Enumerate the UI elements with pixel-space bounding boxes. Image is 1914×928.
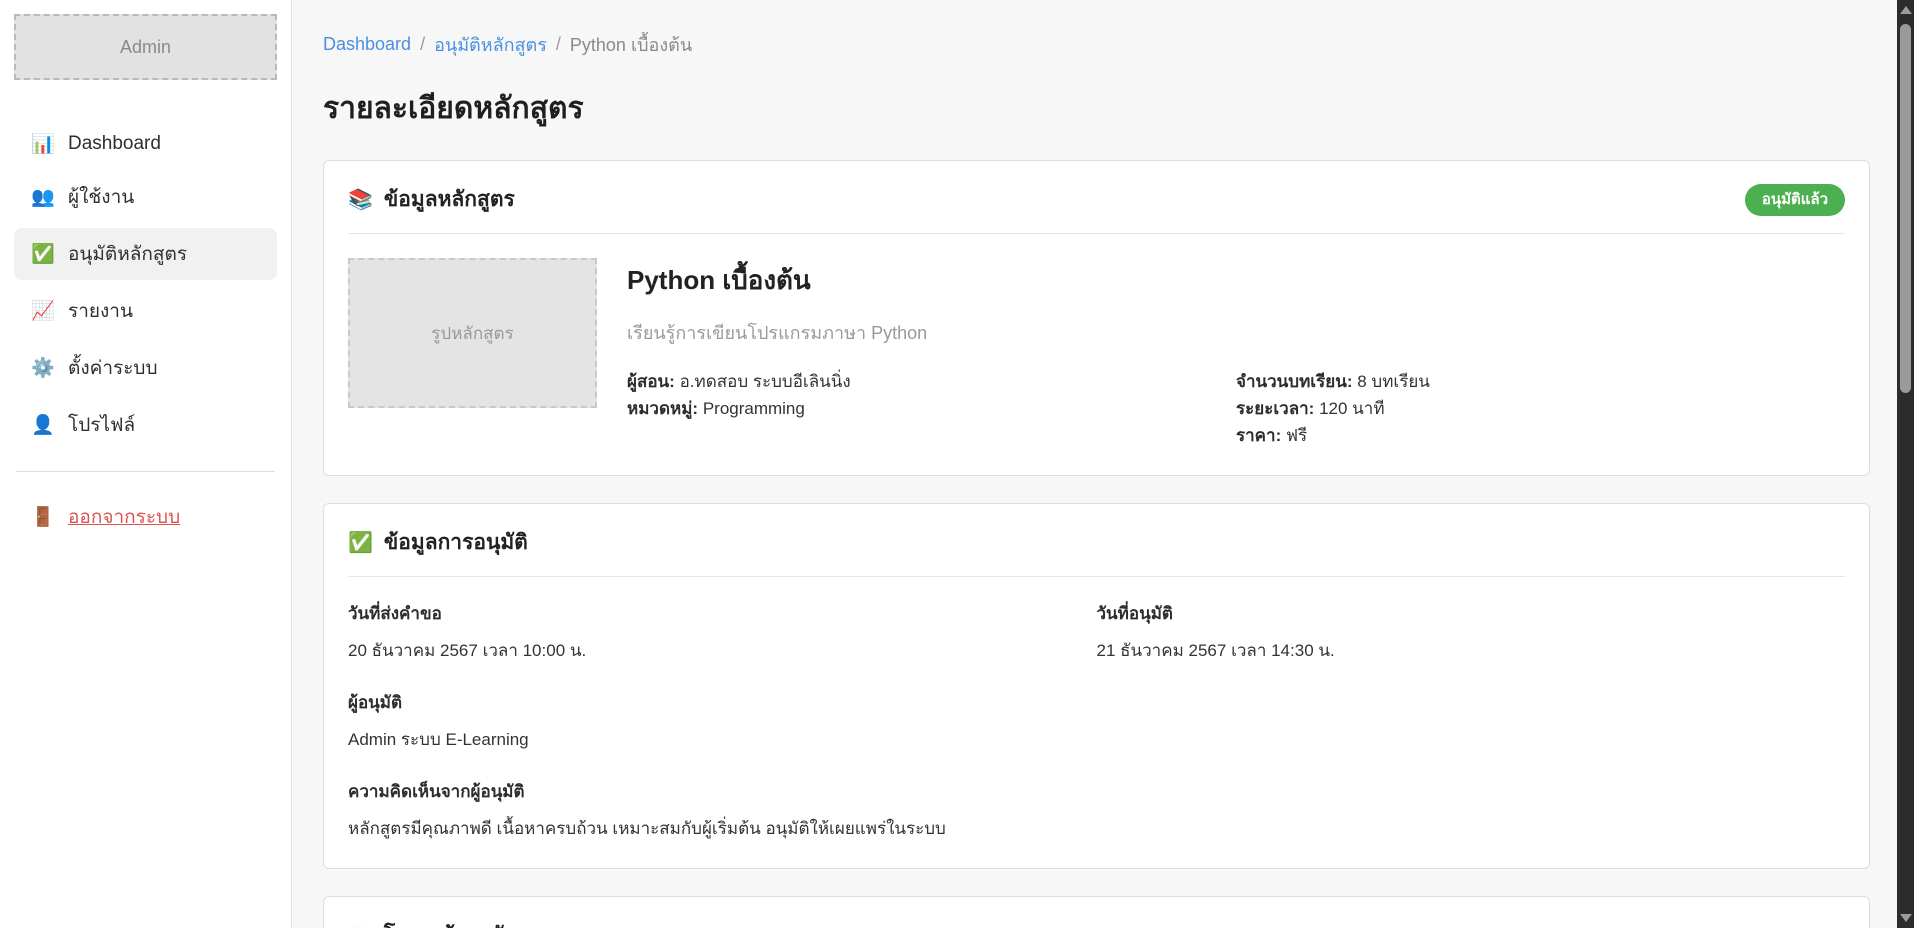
course-structure-card: 📖 โครงสร้างหลักสูตร: [323, 896, 1870, 928]
sidebar: Admin 📊 Dashboard 👥 ผู้ใช้งาน ✅ อนุมัติห…: [0, 0, 292, 928]
request-date-label: วันที่ส่งคำขอ: [348, 600, 1097, 627]
breadcrumb-dashboard-link[interactable]: Dashboard: [323, 34, 411, 55]
instructor-label: ผู้สอน:: [627, 372, 675, 391]
gear-icon: ⚙️: [31, 359, 55, 378]
admin-brand-box: Admin: [14, 14, 277, 80]
scrollbar-thumb[interactable]: [1900, 24, 1911, 393]
lesson-count-label: จำนวนบทเรียน:: [1236, 372, 1352, 391]
sidebar-item-course-approval[interactable]: ✅ อนุมัติหลักสูตร: [14, 228, 277, 280]
approval-dates-row: วันที่ส่งคำขอ 20 ธันวาคม 2567 เวลา 10:00…: [348, 600, 1845, 664]
course-description: เรียนรู้การเขียนโปรแกรมภาษา Python: [627, 318, 1845, 347]
course-info-card: 📚 ข้อมูลหลักสูตร อนุมัติแล้ว รูปหลักสูตร…: [323, 160, 1870, 476]
app-root: Admin 📊 Dashboard 👥 ผู้ใช้งาน ✅ อนุมัติห…: [0, 0, 1914, 928]
price-label: ราคา:: [1236, 426, 1281, 445]
course-detail-row: รูปหลักสูตร Python เบื้องต้น เรียนรู้การ…: [348, 258, 1845, 449]
approver-comment-label: ความคิดเห็นจากผู้อนุมัติ: [348, 778, 1845, 805]
approver-group: ผู้อนุมัติ Admin ระบบ E-Learning: [348, 689, 1845, 753]
sidebar-item-label: Dashboard: [68, 133, 161, 155]
category-label: หมวดหมู่:: [627, 399, 698, 418]
check-icon: ✅: [348, 530, 373, 555]
status-badge: อนุมัติแล้ว: [1745, 184, 1845, 216]
person-icon: 👤: [31, 416, 55, 435]
course-card-title: 📚 ข้อมูลหลักสูตร: [348, 183, 515, 216]
sidebar-item-label: อนุมัติหลักสูตร: [68, 239, 187, 269]
approved-date-label: วันที่อนุมัติ: [1097, 600, 1846, 627]
sidebar-item-dashboard[interactable]: 📊 Dashboard: [14, 122, 277, 166]
approval-card-title-text: ข้อมูลการอนุมัติ: [384, 526, 528, 559]
breadcrumb-separator: /: [420, 34, 425, 55]
breadcrumb-current-page: Python เบื้องต้น: [570, 30, 692, 59]
course-card-title-text: ข้อมูลหลักสูตร: [384, 183, 515, 216]
sidebar-item-reports[interactable]: 📈 รายงาน: [14, 285, 277, 337]
check-icon: ✅: [31, 245, 55, 264]
course-info: Python เบื้องต้น เรียนรู้การเขียนโปรแกรม…: [627, 258, 1845, 449]
approver-label: ผู้อนุมัติ: [348, 689, 1845, 716]
card-divider: [348, 576, 1845, 577]
course-fields-left: ผู้สอน: อ.ทดสอบ ระบบอีเลินนิ่ง หมวดหมู่:…: [627, 368, 1236, 449]
sidebar-item-profile[interactable]: 👤 โปรไฟล์: [14, 399, 277, 451]
lesson-count-field: จำนวนบทเรียน: 8 บทเรียน: [1236, 368, 1845, 395]
logout-label: ออกจากระบบ: [68, 502, 180, 532]
approved-date-value: 21 ธันวาคม 2567 เวลา 14:30 น.: [1097, 637, 1846, 664]
users-icon: 👥: [31, 188, 55, 207]
lesson-count-value: 8 บทเรียน: [1357, 372, 1430, 391]
approved-date-group: วันที่อนุมัติ 21 ธันวาคม 2567 เวลา 14:30…: [1097, 600, 1846, 664]
structure-card-title-text: โครงสร้างหลักสูตร: [384, 919, 554, 928]
door-icon: 🚪: [31, 508, 55, 527]
sidebar-divider: [16, 471, 275, 472]
request-date-group: วันที่ส่งคำขอ 20 ธันวาคม 2567 เวลา 10:00…: [348, 600, 1097, 664]
sidebar-item-users[interactable]: 👥 ผู้ใช้งาน: [14, 171, 277, 223]
sidebar-item-label: ผู้ใช้งาน: [68, 182, 134, 212]
structure-card-header: 📖 โครงสร้างหลักสูตร: [348, 919, 1845, 928]
main-content: Dashboard / อนุมัติหลักสูตร / Python เบื…: [292, 0, 1914, 928]
approval-card-header: ✅ ข้อมูลการอนุมัติ: [348, 526, 1845, 559]
scroll-up-arrow-icon[interactable]: [1900, 6, 1912, 14]
open-book-icon: 📖: [348, 923, 373, 928]
breadcrumb: Dashboard / อนุมัติหลักสูตร / Python เบื…: [323, 30, 1870, 59]
breadcrumb-separator: /: [556, 34, 561, 55]
approval-info-card: ✅ ข้อมูลการอนุมัติ วันที่ส่งคำขอ 20 ธันว…: [323, 503, 1870, 869]
logout-link[interactable]: 🚪 ออกจากระบบ: [14, 496, 277, 538]
course-fields: ผู้สอน: อ.ทดสอบ ระบบอีเลินนิ่ง หมวดหมู่:…: [627, 368, 1845, 449]
sidebar-item-label: รายงาน: [68, 296, 133, 326]
request-date-value: 20 ธันวาคม 2567 เวลา 10:00 น.: [348, 637, 1097, 664]
page-title: รายละเอียดหลักสูตร: [323, 85, 1870, 132]
approver-comment-group: ความคิดเห็นจากผู้อนุมัติ หลักสูตรมีคุณภา…: [348, 778, 1845, 842]
approver-comment-value: หลักสูตรมีคุณภาพดี เนื้อหาครบถ้วน เหมาะส…: [348, 815, 1845, 842]
sidebar-item-label: โปรไฟล์: [68, 410, 135, 440]
price-value: ฟรี: [1286, 426, 1307, 445]
vertical-scrollbar[interactable]: [1897, 0, 1914, 928]
course-fields-right: จำนวนบทเรียน: 8 บทเรียน ระยะเวลา: 120 นา…: [1236, 368, 1845, 449]
course-card-header: 📚 ข้อมูลหลักสูตร อนุมัติแล้ว: [348, 183, 1845, 216]
approver-value: Admin ระบบ E-Learning: [348, 726, 1845, 753]
card-divider: [348, 233, 1845, 234]
price-field: ราคา: ฟรี: [1236, 422, 1845, 449]
trend-chart-icon: 📈: [31, 302, 55, 321]
category-field: หมวดหมู่: Programming: [627, 395, 1236, 422]
approval-card-title: ✅ ข้อมูลการอนุมัติ: [348, 526, 528, 559]
course-title: Python เบื้องต้น: [627, 260, 1845, 301]
sidebar-nav: 📊 Dashboard 👥 ผู้ใช้งาน ✅ อนุมัติหลักสูต…: [14, 122, 277, 451]
sidebar-item-label: ตั้งค่าระบบ: [68, 353, 158, 383]
duration-label: ระยะเวลา:: [1236, 399, 1314, 418]
duration-value: 120 นาที: [1319, 399, 1384, 418]
breadcrumb-course-approval-link[interactable]: อนุมัติหลักสูตร: [434, 30, 547, 59]
course-image-placeholder: รูปหลักสูตร: [348, 258, 597, 408]
category-value: Programming: [703, 399, 805, 418]
scroll-down-arrow-icon[interactable]: [1900, 914, 1912, 922]
sidebar-item-settings[interactable]: ⚙️ ตั้งค่าระบบ: [14, 342, 277, 394]
books-icon: 📚: [348, 187, 373, 212]
instructor-field: ผู้สอน: อ.ทดสอบ ระบบอีเลินนิ่ง: [627, 368, 1236, 395]
instructor-value: อ.ทดสอบ ระบบอีเลินนิ่ง: [680, 372, 851, 391]
structure-card-title: 📖 โครงสร้างหลักสูตร: [348, 919, 554, 928]
bar-chart-icon: 📊: [31, 135, 55, 154]
duration-field: ระยะเวลา: 120 นาที: [1236, 395, 1845, 422]
